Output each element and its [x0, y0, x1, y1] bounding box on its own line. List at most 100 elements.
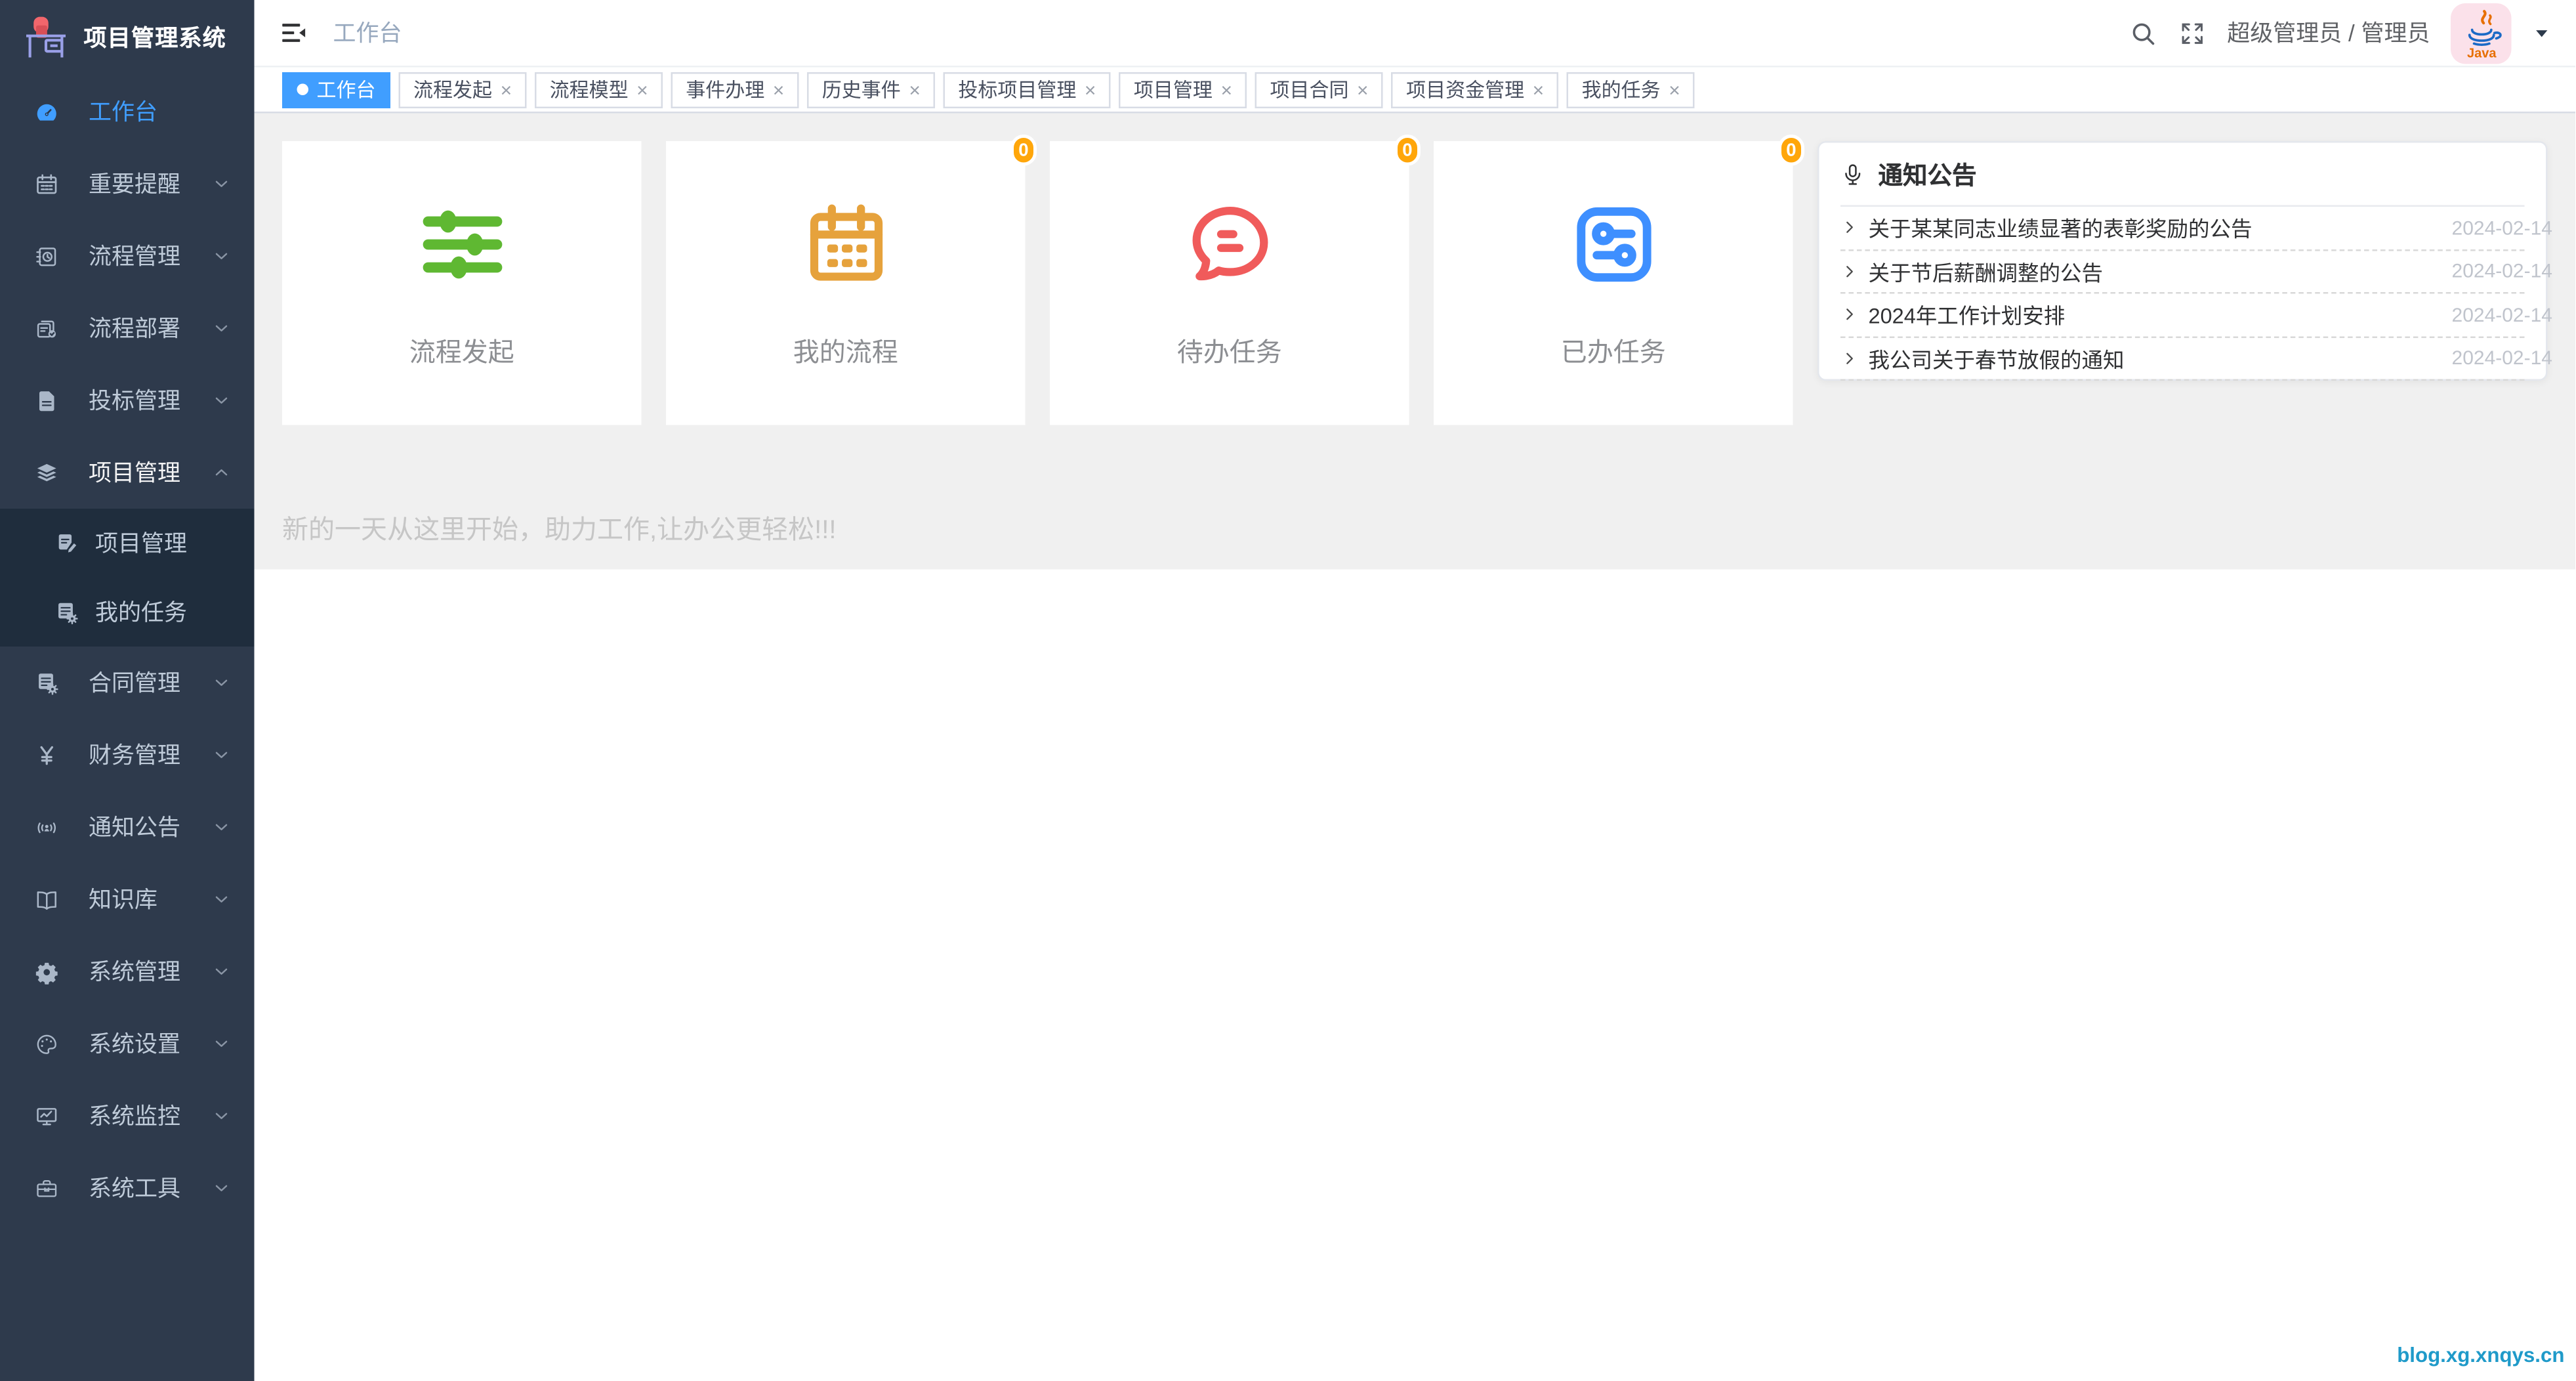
badge-count: 0: [1777, 135, 1804, 166]
close-icon[interactable]: ×: [1357, 79, 1369, 99]
chevron-down-icon: [212, 962, 232, 981]
breadcrumb: 工作台: [333, 20, 402, 46]
sidebar-subitem-label: 项目管理: [95, 530, 187, 557]
tab-workbench[interactable]: 工作台: [282, 71, 391, 108]
card-label: 待办任务: [1176, 339, 1282, 367]
sidebar-subitem-project-management-sub[interactable]: 项目管理: [0, 509, 255, 578]
tab-label: 历史事件: [821, 79, 901, 102]
sidebar-item-finance-management[interactable]: 财务管理: [0, 719, 255, 791]
tab-history-events[interactable]: 历史事件 ×: [807, 71, 936, 108]
yen-icon: [35, 742, 60, 767]
chevron-down-icon: [212, 246, 232, 266]
footer-blog-link[interactable]: blog.xg.xnqys.cn: [2397, 1343, 2564, 1366]
notice-item[interactable]: 2024年工作计划安排 2024-02-14: [1840, 294, 2552, 337]
notice-item[interactable]: 关于节后薪酬调整的公告 2024-02-14: [1840, 250, 2552, 294]
card-label: 流程发起: [409, 339, 514, 367]
calendar-grid-icon: [800, 198, 892, 289]
palette-icon: [35, 1031, 60, 1056]
card-todo-tasks[interactable]: 0 待办任务: [1050, 135, 1421, 425]
notice-item-title: 关于某某同志业绩显著的表彰奖励的公告: [1868, 217, 2253, 242]
sidebar-item-contract-management[interactable]: 合同管理: [0, 647, 255, 719]
sidebar-item-label: 项目管理: [89, 459, 180, 486]
tab-project-management[interactable]: 项目管理 ×: [1119, 71, 1247, 108]
sidebar-item-label: 流程部署: [89, 315, 180, 341]
sidebar-item-bidding-management[interactable]: 投标管理: [0, 364, 255, 436]
chevron-down-icon: [212, 391, 232, 410]
notice-item-title: 我公司关于春节放假的通知: [1868, 347, 2125, 372]
sidebar-collapse-icon[interactable]: [279, 18, 308, 48]
tab-label: 项目资金管理: [1406, 79, 1525, 102]
gear-icon: [35, 959, 60, 984]
sidebar-subitem-my-tasks[interactable]: 我的任务: [0, 578, 255, 647]
app-root: 项目管理系统 工作台 重要提醒 流程管理 流程部署 投标管理 项目管理 项目管理 我的任务 合同…: [0, 0, 2576, 1381]
card-process-initiate[interactable]: 流程发起: [282, 141, 642, 425]
tab-label: 工作台: [316, 79, 376, 102]
avatar-label: Java: [2466, 45, 2497, 60]
sidebar-item-notice-announcement[interactable]: 通知公告: [0, 791, 255, 863]
tab-project-funds-management[interactable]: 项目资金管理 ×: [1391, 71, 1559, 108]
chevron-down-icon: [212, 745, 232, 765]
avatar[interactable]: Java: [2451, 2, 2512, 64]
sidebar-item-label: 合同管理: [89, 669, 180, 696]
sidebar-subitem-label: 我的任务: [95, 599, 187, 626]
close-icon[interactable]: ×: [1669, 79, 1680, 99]
search-icon[interactable]: [2129, 19, 2157, 47]
close-icon[interactable]: ×: [909, 79, 921, 99]
sidebar-item-process-management[interactable]: 流程管理: [0, 220, 255, 292]
notice-title: 通知公告: [1878, 161, 1977, 190]
tab-label: 项目合同: [1270, 79, 1349, 102]
chevron-down-icon: [212, 1034, 232, 1053]
sidebar-item-system-management[interactable]: 系统管理: [0, 935, 255, 1008]
sliders-icon: [416, 198, 508, 289]
notice-item-date: 2024-02-14: [2451, 216, 2552, 240]
sidebar-item-project-management[interactable]: 项目管理: [0, 436, 255, 509]
sidebar-item-workbench[interactable]: 工作台: [0, 75, 255, 148]
close-icon[interactable]: ×: [1533, 79, 1545, 99]
sidebar-item-label: 重要提醒: [89, 171, 180, 197]
card-my-processes[interactable]: 0 我的流程: [666, 135, 1037, 425]
sidebar-item-system-monitor[interactable]: 系统监控: [0, 1080, 255, 1152]
sidebar: 项目管理系统 工作台 重要提醒 流程管理 流程部署 投标管理 项目管理 项目管理 我的任务 合同…: [0, 0, 255, 1381]
tab-label: 流程模型: [549, 79, 629, 102]
submenu-project-management: 项目管理 我的任务: [0, 509, 255, 647]
sidebar-item-system-settings[interactable]: 系统设置: [0, 1008, 255, 1080]
close-icon[interactable]: ×: [1220, 79, 1232, 99]
tab-label: 投标项目管理: [958, 79, 1077, 102]
chevron-down-icon: [212, 889, 232, 909]
tab-my-tasks[interactable]: 我的任务 ×: [1567, 71, 1695, 108]
tab-process-initiate[interactable]: 流程发起 ×: [398, 71, 527, 108]
close-icon[interactable]: ×: [636, 79, 648, 99]
doc-gear-icon: [54, 600, 79, 625]
close-icon[interactable]: ×: [773, 79, 785, 99]
sidebar-item-label: 系统管理: [89, 958, 180, 985]
chat-bubble-icon: [1184, 198, 1276, 289]
notice-item-date: 2024-02-14: [2451, 347, 2552, 370]
card-done-tasks[interactable]: 0 已办任务: [1434, 135, 1804, 425]
tab-project-contract[interactable]: 项目合同 ×: [1255, 71, 1384, 108]
chevron-down-icon: [212, 673, 232, 692]
close-icon[interactable]: ×: [501, 79, 512, 99]
fullscreen-icon[interactable]: [2178, 19, 2206, 47]
card-label: 我的流程: [793, 339, 898, 367]
caret-down-icon[interactable]: [2533, 24, 2552, 42]
tab-label: 事件办理: [686, 79, 765, 102]
notice-item[interactable]: 关于某某同志业绩显著的表彰奖励的公告 2024-02-14: [1840, 207, 2552, 251]
sidebar-item-system-tools[interactable]: 系统工具: [0, 1152, 255, 1224]
tab-event-handling[interactable]: 事件办理 ×: [671, 71, 799, 108]
calendar-icon: [35, 171, 60, 196]
notice-item-title: 2024年工作计划安排: [1868, 304, 2066, 329]
doc-check-icon: [35, 316, 60, 341]
sliders-square-icon: [1568, 198, 1659, 289]
tab-process-model[interactable]: 流程模型 ×: [535, 71, 663, 108]
topbar-right: 超级管理员 / 管理员 Java: [2129, 2, 2552, 64]
chevron-down-icon: [212, 1178, 232, 1198]
tab-bidding-project-management[interactable]: 投标项目管理 ×: [943, 71, 1111, 108]
sidebar-item-knowledge-base[interactable]: 知识库: [0, 863, 255, 935]
active-tab-dot: [297, 83, 308, 95]
sidebar-item-label: 投标管理: [89, 387, 180, 414]
sidebar-item-label: 系统设置: [89, 1030, 180, 1057]
close-icon[interactable]: ×: [1085, 79, 1096, 99]
sidebar-item-important-reminder[interactable]: 重要提醒: [0, 148, 255, 220]
notice-item[interactable]: 我公司关于春节放假的通知 2024-02-14: [1840, 337, 2552, 381]
sidebar-item-process-deployment[interactable]: 流程部署: [0, 292, 255, 364]
